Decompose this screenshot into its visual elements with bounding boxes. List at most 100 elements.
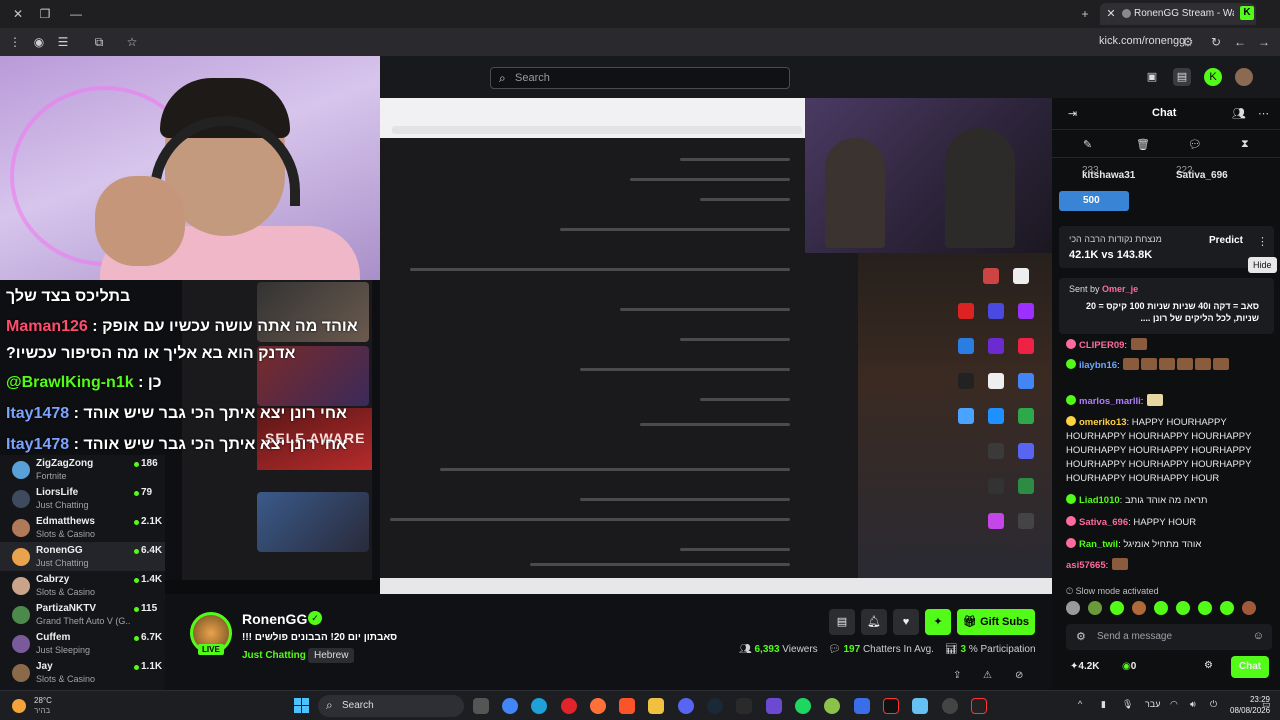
stream-category[interactable]: Just Chatting [242, 650, 306, 661]
mute-icon[interactable]: ⊘ [1015, 670, 1023, 681]
power-icon[interactable]: ⏻ [1210, 699, 1217, 710]
bookmark-star-icon[interactable]: ☆ [124, 34, 140, 50]
chat-bubble-icon[interactable]: 💬︎ [1188, 138, 1202, 151]
theater-mode-icon[interactable]: ▣ [1143, 68, 1161, 86]
maximize-icon[interactable]: ❐ [37, 6, 53, 22]
file-explorer-icon[interactable] [648, 698, 664, 714]
sidebar-channel[interactable]: ZigZagZong Fortnite 186 [0, 455, 165, 484]
overlay-chat-line: Maman126 : אוהד מה אתה עושה עכשיו עם אופ… [6, 318, 358, 335]
discord-icon[interactable] [678, 698, 694, 714]
notification-bell-icon[interactable]: 🔔︎ [861, 609, 887, 635]
kicks-balance[interactable]: ✦ 4.2K [1070, 661, 1100, 672]
chat-message-input[interactable]: ⚙ Send a message ☺ [1066, 624, 1272, 650]
pin-icon[interactable]: ✎ [1083, 138, 1092, 151]
chat-users-icon[interactable]: 👥︎ [1232, 107, 1246, 120]
sidebar-channel[interactable]: Cuffem Just Sleeping 6.7K [0, 629, 165, 658]
mic-icon[interactable]: 🎙︎ [1122, 699, 1133, 710]
share-icon[interactable]: ⇪ [953, 670, 961, 681]
steam-app-icon[interactable] [912, 698, 928, 714]
chat-options-icon[interactable]: ⚙ [1076, 630, 1086, 643]
collapse-chat-icon[interactable]: ⇥ [1068, 107, 1077, 120]
wifi-icon[interactable]: ◠ [1170, 699, 1178, 710]
clip-button[interactable]: ▤ [829, 609, 855, 635]
tiktok-live-icon[interactable] [971, 698, 987, 714]
avatar [12, 577, 30, 595]
task-view-icon[interactable] [473, 698, 489, 714]
close-tab-icon[interactable]: ✕ [1104, 7, 1118, 21]
battery-icon[interactable]: ▮ [1101, 699, 1106, 710]
opera-icon[interactable] [561, 698, 577, 714]
language-indicator[interactable]: עבר [1145, 699, 1160, 709]
follow-heart-icon[interactable]: ♥ [893, 609, 919, 635]
timer-icon[interactable]: ⧗ [1241, 138, 1249, 151]
chat-send-button[interactable]: Chat [1231, 656, 1269, 678]
browser-tab[interactable]: ✕ RonenGG Stream - Watch Live on Kick K [1100, 3, 1256, 25]
epic-games-icon[interactable] [736, 698, 752, 714]
avatar [12, 519, 30, 537]
gift-subs-button[interactable]: 🎁︎ Gift Subs [957, 609, 1035, 635]
app-icon[interactable] [824, 698, 840, 714]
site-settings-icon[interactable]: ⚙ [1180, 34, 1196, 50]
notifications-icon[interactable]: ▭ [1262, 699, 1271, 710]
start-button[interactable] [294, 698, 309, 713]
sidebar-toggle-icon[interactable]: ☰ [55, 34, 71, 50]
sidebar-channel-active[interactable]: RonenGG Just Chatting 6.4K [0, 542, 165, 571]
taskbar-search[interactable]: ⌕ Search [318, 695, 464, 717]
streamer-name[interactable]: RonenGG [242, 611, 307, 627]
tab-search-icon[interactable]: ⧉ [91, 34, 107, 50]
sidebar-channel[interactable]: Cabrzy Slots & Casino 1.4K [0, 571, 165, 600]
app-grid-icon[interactable] [766, 698, 782, 714]
volume-icon[interactable]: 🔊︎ [1190, 699, 1196, 710]
reload-icon[interactable]: ↻ [1208, 34, 1224, 50]
sidebar-channel[interactable]: LiorsLife Just Chatting 79 [0, 484, 165, 513]
trash-icon[interactable]: 🗑︎ [1136, 138, 1150, 151]
video-player[interactable] [380, 98, 1052, 594]
chat-title: Chat [1152, 107, 1177, 119]
overlay-chat-line: בתליכס בצד שלך [6, 288, 131, 305]
steam-icon[interactable] [707, 698, 723, 714]
address-bar[interactable]: kick.com/ronengg [1099, 35, 1185, 47]
language-tag[interactable]: Hebrew [308, 648, 355, 663]
points-balance[interactable]: ◉ 0 [1122, 661, 1136, 672]
new-tab-icon[interactable]: + [1077, 6, 1093, 22]
back-icon[interactable]: ← [1232, 34, 1248, 50]
leaderboard-entry[interactable]: Sativa_696 222 [1176, 165, 1228, 181]
avatar [12, 461, 30, 479]
kick-points-icon[interactable]: K [1204, 68, 1222, 86]
chat-message: CLIPER09: [1066, 338, 1276, 353]
spotify-icon[interactable] [795, 698, 811, 714]
store-icon[interactable] [854, 698, 870, 714]
sidebar-channel[interactable]: PartizaNKTV Grand Theft Auto V (G... 115 [0, 600, 165, 629]
layout-icon[interactable]: ▤ [1173, 68, 1191, 86]
leaderboard-entry[interactable]: kitshawa31 233 [1082, 165, 1135, 181]
sidebar-channel[interactable]: Jay Slots & Casino 1.1K [0, 658, 165, 687]
edge-icon[interactable] [531, 698, 547, 714]
forward-icon[interactable]: → [1256, 34, 1272, 50]
user-avatar[interactable] [1235, 68, 1253, 86]
chrome-icon[interactable] [502, 698, 518, 714]
browser-tab-bar: ✕ ❐ — + ✕ RonenGG Stream - Watch Live on… [0, 0, 1280, 28]
report-icon[interactable]: ⚠ [983, 670, 992, 681]
tray-chevron-icon[interactable]: ^ [1078, 699, 1082, 709]
kicks-goal[interactable]: 500 [1059, 191, 1129, 211]
chat-settings-icon[interactable]: ⚙ [1204, 660, 1213, 671]
tiktok-icon[interactable] [883, 698, 899, 714]
menu-dots-icon[interactable]: ⋮ [7, 34, 23, 50]
prediction-menu-icon[interactable]: ⋮ [1257, 235, 1268, 248]
predict-button[interactable]: Predict [1209, 235, 1243, 246]
extension-icon[interactable]: ◉ [31, 34, 47, 50]
chat-menu-icon[interactable]: ⋯ [1258, 107, 1269, 120]
emoji-icon[interactable]: ☺ [1253, 630, 1264, 642]
firefox-icon[interactable] [590, 698, 606, 714]
close-window-icon[interactable]: ✕ [10, 6, 26, 22]
minimize-icon[interactable]: — [68, 6, 84, 22]
overlay-chat-line: Itay1478 : אחי רונן יצא איתך הכי גבר שיש… [6, 405, 347, 422]
kick-points-button[interactable]: ✦ [925, 609, 951, 635]
search-input[interactable]: ⌕ Search [490, 67, 790, 89]
avatar [12, 606, 30, 624]
emote-quickbar[interactable] [1066, 601, 1276, 617]
brave-icon[interactable] [619, 698, 635, 714]
sidebar-channel[interactable]: Edmatthews Slots & Casino 2.1K [0, 513, 165, 542]
settings-app-icon[interactable] [942, 698, 958, 714]
verified-icon: ✓ [308, 611, 322, 625]
